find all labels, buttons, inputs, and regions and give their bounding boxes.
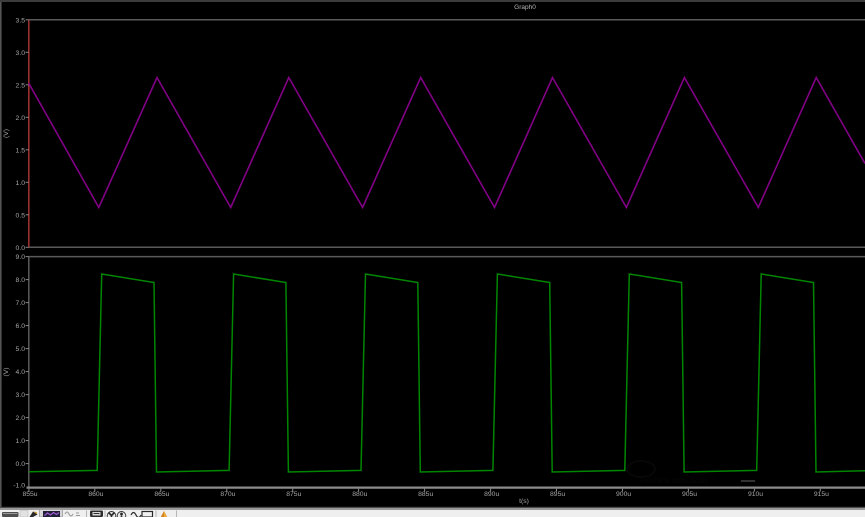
svg-text:870u: 870u <box>220 491 235 498</box>
svg-text:Graph0: Graph0 <box>514 4 536 11</box>
svg-text:900u: 900u <box>616 491 631 498</box>
svg-text:0.0: 0.0 <box>16 461 26 468</box>
svg-text:6.0: 6.0 <box>16 323 26 330</box>
svg-text:855u: 855u <box>22 491 37 498</box>
svg-text:915u: 915u <box>814 491 829 498</box>
svg-text:1.5: 1.5 <box>16 147 26 154</box>
svg-text:3.0: 3.0 <box>16 50 26 57</box>
svg-text:8.0: 8.0 <box>16 277 26 284</box>
svg-text:3.5: 3.5 <box>16 17 26 24</box>
svg-text:890u: 890u <box>484 491 499 498</box>
svg-text:0.0: 0.0 <box>16 245 26 252</box>
svg-text:910u: 910u <box>748 491 763 498</box>
svg-text:(V): (V) <box>3 129 10 138</box>
svg-text:875u: 875u <box>286 491 301 498</box>
svg-text:865u: 865u <box>154 491 169 498</box>
svg-text:2.0: 2.0 <box>16 115 26 122</box>
svg-text:1.0: 1.0 <box>16 180 26 187</box>
svg-text:880u: 880u <box>352 491 367 498</box>
svg-text:elecfans.com dzdiy: elecfans.com dzdiy <box>640 476 708 485</box>
svg-text:885u: 885u <box>418 491 433 498</box>
svg-text:2.0: 2.0 <box>16 415 26 422</box>
svg-text:9.0: 9.0 <box>16 254 26 261</box>
svg-text:895u: 895u <box>550 491 565 498</box>
svg-text:3.0: 3.0 <box>16 392 26 399</box>
svg-text:5.0: 5.0 <box>16 346 26 353</box>
svg-text:t(s): t(s) <box>519 498 529 505</box>
svg-text:-1.0: -1.0 <box>13 483 25 490</box>
svg-text:905u: 905u <box>682 491 697 498</box>
svg-text:2.5: 2.5 <box>16 82 26 89</box>
svg-text:7.0: 7.0 <box>16 300 26 307</box>
svg-text:(V): (V) <box>3 367 10 376</box>
svg-text:1.0: 1.0 <box>16 438 26 445</box>
svg-text:0.5: 0.5 <box>16 212 26 219</box>
svg-text:4.0: 4.0 <box>16 369 26 376</box>
svg-text:860u: 860u <box>88 491 103 498</box>
